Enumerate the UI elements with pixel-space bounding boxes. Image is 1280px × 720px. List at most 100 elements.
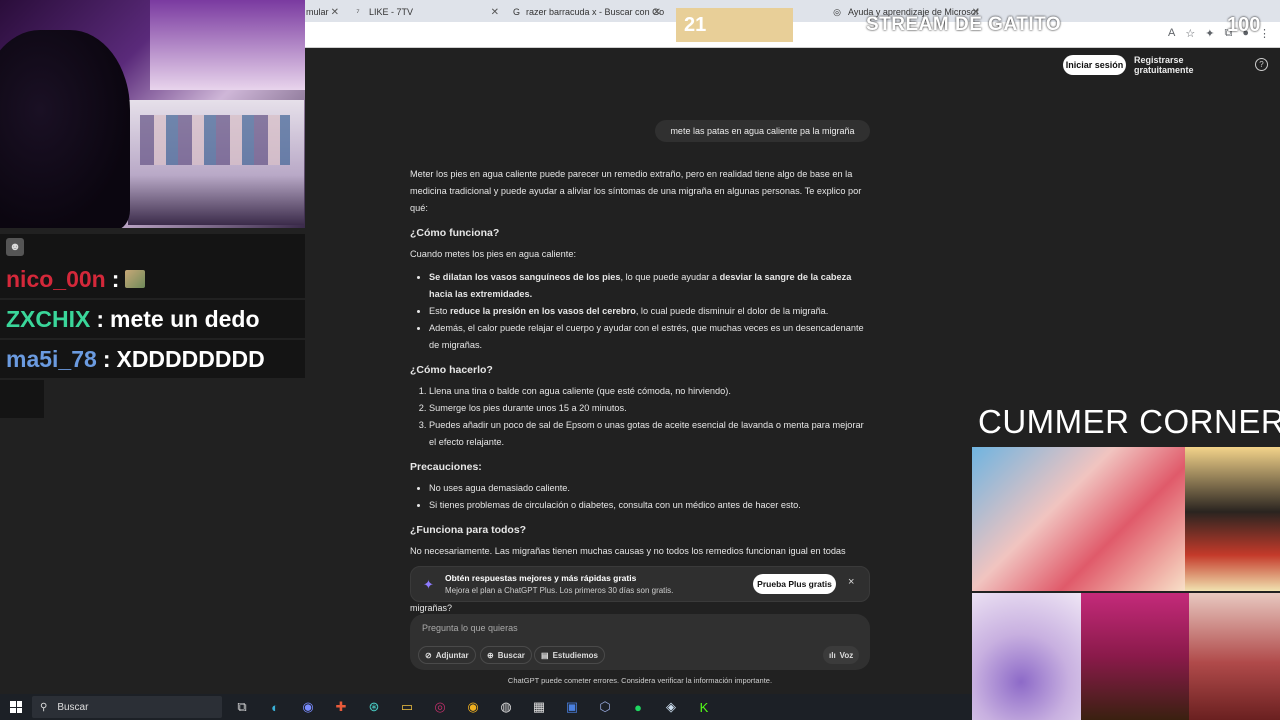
app-icon[interactable]: ⊛ (364, 698, 384, 716)
chat-text: XDDDDDDDD (116, 345, 265, 372)
google-icon: G (513, 7, 521, 17)
tab-label: razer barracuda x - Buscar con Go (526, 7, 665, 17)
star-icon[interactable]: ☆ (1185, 27, 1195, 40)
search-button[interactable]: ⊕ Buscar (480, 646, 532, 664)
user-message-bubble: mete las patas en agua caliente pa la mi… (655, 120, 870, 142)
menu-icon[interactable]: ⋮ (1259, 27, 1270, 40)
taskbar-search[interactable]: ⚲ Buscar (32, 696, 222, 718)
try-plus-button[interactable]: Prueba Plus gratis (753, 574, 836, 594)
webcam-feed (0, 0, 305, 228)
paperclip-icon: ⊘ (425, 650, 432, 660)
list-item: Llena una tina o balde con agua caliente… (429, 383, 872, 400)
kick-icon[interactable]: K (694, 698, 714, 716)
reply-tail: migrañas? (410, 603, 453, 613)
chat-username: ma5i_78 (6, 345, 97, 372)
reply-intro: Meter los pies en agua caliente puede pa… (410, 169, 862, 213)
corner-title: CUMMER CORNER (978, 403, 1280, 440)
text: Esto (429, 306, 450, 316)
chat-separator: : (111, 265, 120, 292)
chat-separator: : (102, 345, 111, 372)
close-icon[interactable]: × (848, 576, 854, 588)
edge-icon[interactable]: ◐ (265, 698, 285, 716)
spotify-icon[interactable]: ● (628, 698, 648, 716)
attach-button[interactable]: ⊘ Adjuntar (418, 646, 476, 664)
emote-icon (125, 270, 146, 288)
webcam-person (0, 30, 130, 228)
globe-icon: ◎ (833, 7, 841, 17)
app-icon[interactable]: ▦ (529, 698, 549, 716)
upsell-subtitle: Mejora el plan a ChatGPT Plus. Los prime… (445, 586, 674, 595)
taskbar: ⚲ Buscar ⧉ ◐ ◉ ✚ ⊛ ▭ ◎ ◉ ◍ ▦ ▣ ⬡ ● ◈ K (0, 694, 972, 720)
reply-paragraph: Cuando metes los pies en agua caliente: (410, 249, 576, 259)
art-image (972, 593, 1081, 720)
app-icon[interactable]: ◎ (430, 698, 450, 716)
taskbar-apps: ⧉ ◐ ◉ ✚ ⊛ ▭ ◎ ◉ ◍ ▦ ▣ ⬡ ● ◈ K (232, 698, 714, 716)
steam-icon[interactable]: ◈ (661, 698, 681, 716)
upsell-card: ✦ Obtén respuestas mejores y más rápidas… (410, 566, 870, 602)
list-item: Sumerge los pies durante unos 15 a 20 mi… (429, 400, 872, 417)
chat-separator: : (96, 305, 105, 332)
app-icon[interactable]: ▣ (562, 698, 582, 716)
prompt-input[interactable]: Pregunta lo que quieras (422, 623, 518, 633)
windows-start-icon[interactable] (10, 701, 22, 713)
help-icon[interactable]: ? (1255, 58, 1268, 71)
bold-text: Se dilatan los vasos sanguíneos de los p… (429, 272, 621, 282)
task-view-icon[interactable]: ⧉ (232, 698, 252, 716)
text: , lo cual puede disminuir el dolor de la… (635, 306, 829, 316)
list-item: Si tienes problemas de circulación o dia… (429, 497, 872, 514)
globe-icon: ⊕ (487, 650, 494, 660)
login-button[interactable]: Iniciar sesión (1063, 55, 1126, 75)
stream-title: STREAM DE GATITO (866, 14, 1062, 35)
reply-heading: ¿Cómo hacerlo? (410, 364, 493, 376)
taskbar-search-label: Buscar (57, 701, 89, 713)
folder-icon[interactable]: ▭ (397, 698, 417, 716)
obs-icon[interactable]: ◍ (496, 698, 516, 716)
sparkle-icon: ✦ (423, 577, 434, 592)
chat-message: nico_00n: (0, 260, 305, 298)
discord-icon[interactable]: ◉ (298, 698, 318, 716)
goal-target-count: 100 (1227, 14, 1261, 36)
tab-label: LIKE - 7TV (369, 7, 414, 17)
list-item: Esto reduce la presión en los vasos del … (429, 303, 872, 320)
voice-label: Voz (839, 650, 854, 660)
upsell-title: Obtén respuestas mejores y más rápidas g… (445, 573, 637, 583)
reply-list: Se dilatan los vasos sanguíneos de los p… (410, 269, 872, 354)
reply-heading: ¿Cómo funciona? (410, 227, 500, 239)
webcam-figures (140, 115, 290, 165)
reply-steps: Llena una tina o balde con agua caliente… (410, 383, 872, 451)
search-icon: ⚲ (40, 701, 48, 713)
tab-google-search[interactable]: G razer barracuda x - Buscar con Go ✕ (507, 2, 667, 22)
reply-paragraph: No necesariamente. Las migrañas tienen m… (410, 546, 846, 556)
chat-username: nico_00n (6, 265, 106, 292)
7tv-icon: ⁷ (356, 7, 360, 17)
register-button[interactable]: Registrarse gratuitamente (1134, 55, 1244, 75)
close-icon[interactable]: ✕ (653, 7, 661, 18)
art-image (972, 447, 1185, 591)
study-button[interactable]: ▤ Estudiemos (534, 646, 605, 664)
chat-message: ZXCHIX: mete un dedo (0, 300, 305, 338)
app-icon[interactable]: ✚ (331, 698, 351, 716)
list-item: No uses agua demasiado caliente. (429, 480, 872, 497)
reply-heading: Precauciones: (410, 461, 482, 473)
app-icon[interactable]: ⬡ (595, 698, 615, 716)
close-icon[interactable]: ✕ (331, 7, 339, 18)
goal-current-count: 21 (684, 14, 707, 36)
assistant-reply: Meter los pies en agua caliente puede pa… (410, 166, 872, 566)
close-icon[interactable]: ✕ (491, 7, 499, 18)
translate-icon[interactable]: A (1168, 27, 1175, 40)
webcam-lights (150, 0, 305, 90)
avatar: ☻ (6, 238, 24, 256)
message-composer[interactable]: Pregunta lo que quieras ⊘ Adjuntar ⊕ Busca… (410, 614, 870, 670)
tab-mular[interactable]: mular ✕ (300, 2, 345, 22)
list-item: Además, el calor puede relajar el cuerpo… (429, 320, 872, 354)
book-icon: ▤ (541, 650, 549, 660)
chrome-icon[interactable]: ◉ (463, 698, 483, 716)
bold-text: reduce la presión en los vasos del cereb… (449, 306, 636, 316)
chat-username: ZXCHIX (6, 305, 91, 332)
chat-empty-row (0, 380, 44, 418)
art-image (1189, 593, 1280, 720)
extension-icon[interactable]: ✦ (1205, 27, 1214, 40)
list-item: Puedes añadir un poco de sal de Epsom o … (429, 417, 872, 451)
voice-button[interactable]: ılı Voz (823, 646, 860, 664)
tab-7tv[interactable]: ⁷ LIKE - 7TV ✕ (347, 2, 505, 22)
